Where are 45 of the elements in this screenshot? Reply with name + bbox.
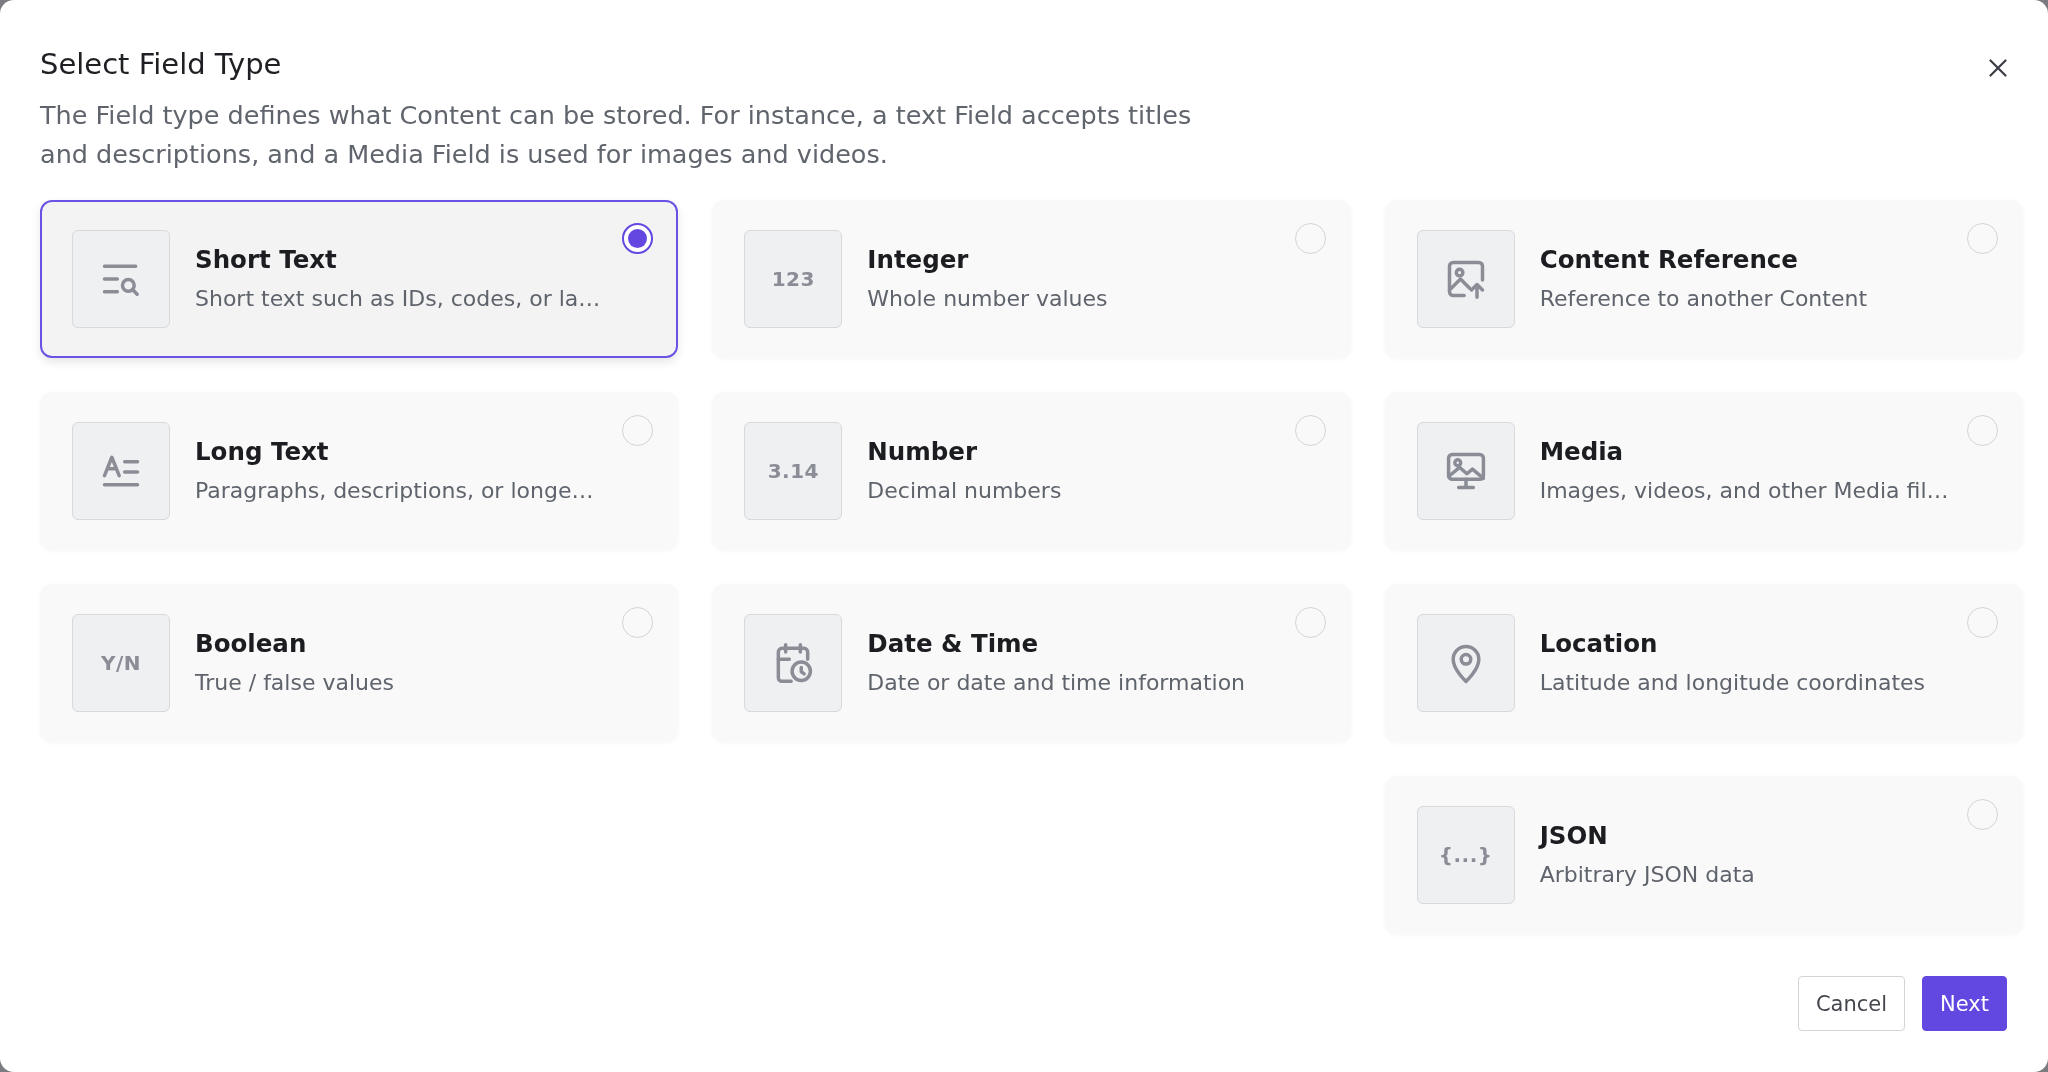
field-type-card[interactable]: Media Images, videos, and other Media fil… (1384, 392, 2023, 550)
field-type-title: Location (1539, 628, 1659, 660)
dialog-description: The Field type defines what Content can be stored. For instance, a text Field accepts titles and descriptions, and a Media Field is used for images and videos. (40, 99, 1193, 171)
field-type-title: Media (1539, 436, 1625, 468)
cancel-button[interactable]: Cancel (1797, 976, 1906, 1031)
field-type-title: Content Reference (1539, 244, 1799, 276)
field-type-description: Short text such as IDs, codes, or la… (195, 285, 602, 313)
field-type-description: Latitude and longitude coordinates (1539, 669, 1927, 697)
next-button[interactable]: Next (1922, 976, 2007, 1031)
lines-magnifier-icon (72, 230, 170, 328)
close-icon (1989, 59, 2007, 77)
field-type-title: JSON (1539, 820, 1609, 852)
field-type-card[interactable]: Content Reference Reference to another Content (1384, 200, 2023, 358)
field-type-card[interactable]: 123 Integer Whole number values (712, 200, 1351, 358)
field-type-card[interactable]: Y/N Boolean True / false values (40, 584, 679, 742)
field-type-title: Integer (867, 244, 970, 276)
field-type-card[interactable]: Long Text Paragraphs, descriptions, or longe… (40, 392, 679, 550)
field-type-card[interactable]: Short Text Short text such as IDs, codes, or la… (40, 200, 679, 358)
field-type-description: Whole number values (867, 285, 1109, 313)
field-type-card[interactable]: Location Latitude and longitude coordinates (1384, 584, 2023, 742)
field-type-description: Reference to another Content (1539, 285, 1869, 313)
field-type-description: Arbitrary JSON data (1539, 861, 1756, 889)
field-type-title: Date & Time (867, 628, 1040, 660)
field-type-description: Decimal numbers (867, 477, 1063, 505)
field-type-card[interactable]: {...} JSON Arbitrary JSON data (1384, 776, 2023, 934)
dialog-title: Select Field Type (40, 47, 283, 81)
tile-glyph: 123 (771, 267, 815, 291)
field-type-description: Paragraphs, descriptions, or longe… (195, 477, 595, 505)
field-type-title: Short Text (195, 244, 338, 276)
tile-glyph: Y/N (101, 651, 141, 675)
field-type-title: Boolean (195, 628, 308, 660)
field-type-title: Long Text (195, 436, 330, 468)
tile-glyph: {...} (1438, 843, 1493, 867)
radio-button[interactable] (622, 223, 654, 254)
tile-glyph: 3.14 (767, 459, 819, 483)
field-type-description: True / false values (195, 669, 395, 697)
field-type-title: Number (867, 436, 979, 468)
field-type-card[interactable]: Date & Time Date or date and time information (712, 584, 1351, 742)
map-pin-icon (1416, 614, 1515, 712)
field-type-description: Images, videos, and other Media fil… (1539, 477, 1950, 505)
image-monitor-icon (1416, 422, 1515, 520)
calendar-clock-icon (744, 614, 843, 712)
field-type-card[interactable]: 3.14 Number Decimal numbers (712, 392, 1351, 550)
field-type-description: Date or date and time information (867, 669, 1247, 697)
letter-lines-icon (72, 422, 170, 520)
